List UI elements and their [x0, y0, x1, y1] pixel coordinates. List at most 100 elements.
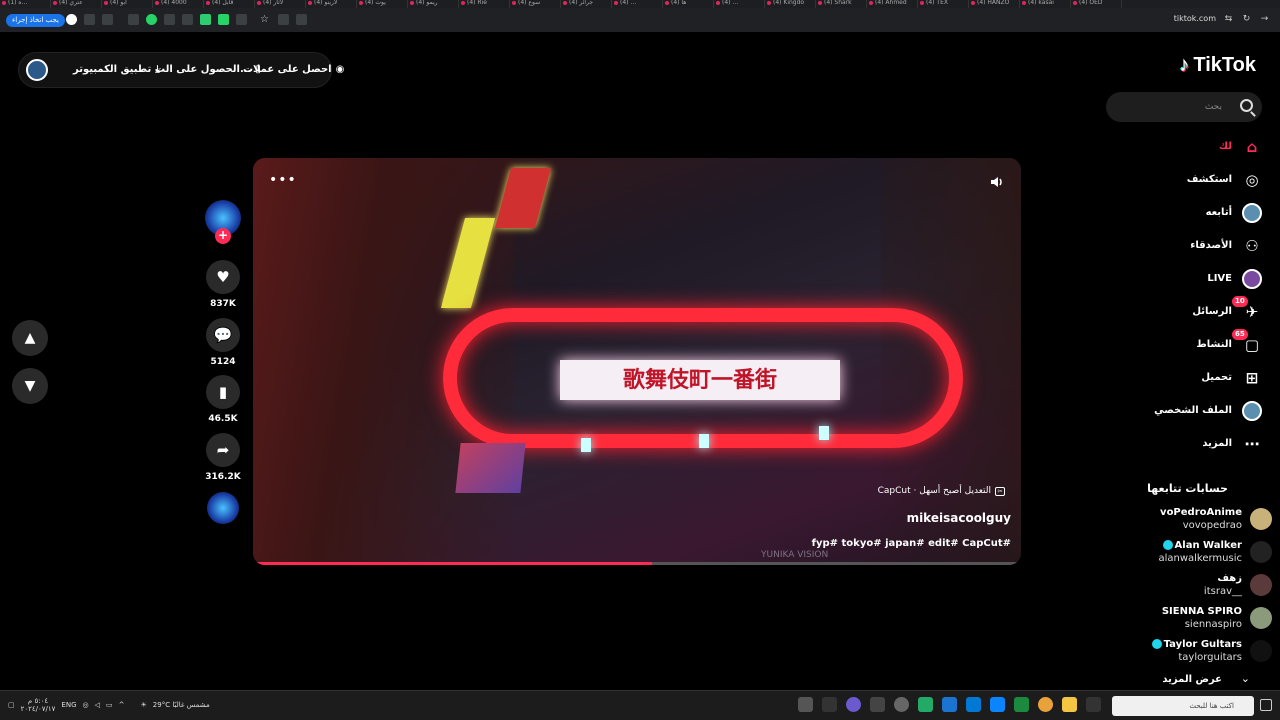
whatsapp-icon[interactable] — [146, 14, 157, 25]
capcut-tag[interactable]: CapCut · التعديل أصبح أسهل ✂ — [878, 486, 1005, 496]
app-icon[interactable] — [918, 697, 933, 712]
search-icon[interactable] — [1240, 99, 1253, 112]
volume-icon[interactable]: ◁ — [95, 701, 100, 709]
get-coins-button[interactable]: احصل على عملات ◉ — [243, 64, 344, 75]
browser-tab[interactable]: (4) Rie — [459, 0, 510, 8]
followed-account[interactable]: SIENNA SPIRO siennaspiro — [1102, 601, 1272, 634]
browser-tab[interactable]: (4) Kingdo — [765, 0, 816, 8]
sidebar-item-8[interactable]: الملف الشخصي — [1112, 394, 1262, 427]
browser-tab[interactable]: (4) عتري — [51, 0, 102, 8]
app-icon[interactable] — [1014, 697, 1029, 712]
network-icon[interactable]: ◎ — [83, 701, 89, 709]
browser-tab[interactable]: (4) ها — [663, 0, 714, 8]
extension-icon[interactable] — [182, 14, 193, 25]
followed-account[interactable]: Taylor Gultars taylorguitars — [1102, 634, 1272, 667]
followed-account[interactable]: Alan Walker alanwalkermusic — [1102, 535, 1272, 568]
sidebar-item-4[interactable]: LIVE — [1112, 262, 1262, 295]
browser-tab[interactable]: (4) Ahmed — [867, 0, 918, 8]
chevron-down-icon[interactable]: ⌄ — [1241, 672, 1250, 685]
app-icon[interactable] — [846, 697, 861, 712]
previous-video-button[interactable]: ▲ — [12, 320, 48, 356]
weather-text[interactable]: 29°C مشمس غالبًا — [153, 701, 210, 709]
sidebar-item-6[interactable]: النشاط ▢ 65 — [1112, 328, 1262, 361]
browser-tab[interactable]: (1) ه… — [0, 0, 51, 8]
more-options-icon[interactable]: ••• — [269, 172, 297, 188]
desktop-app-button[interactable]: تطبيق الكمبيوتر ⤓ — [73, 64, 160, 75]
browser-tab[interactable]: (4) لاثار — [255, 0, 306, 8]
reload-icon[interactable]: ↻ — [1241, 14, 1252, 25]
next-video-button[interactable]: ▼ — [12, 368, 48, 404]
profile-icon[interactable] — [66, 14, 77, 25]
sidebar-item-5[interactable]: الرسائل ✈ 10 — [1112, 295, 1262, 328]
settings-icon[interactable] — [798, 697, 813, 712]
video-hashtags[interactable]: fyp# tokyo# japan# edit# CapCut# — [812, 538, 1011, 549]
sidebar-item-1[interactable]: استكشف ◎ — [1112, 163, 1262, 196]
music-disc[interactable] — [207, 492, 239, 524]
star-icon[interactable]: ☆ — [260, 14, 271, 25]
browser-tab[interactable]: (4) لارينو — [306, 0, 357, 8]
sidebar-item-9[interactable]: المزيد ⋯ — [1112, 427, 1262, 460]
video-player[interactable]: 歌舞伎町一番街 YUNIKA VISION ••• CapCut · التعد… — [253, 158, 1021, 565]
browser-tab[interactable]: (4) ... — [612, 0, 663, 8]
user-avatar[interactable] — [26, 59, 48, 81]
tiktok-logo[interactable]: ♪ TikTok — [1179, 54, 1256, 77]
video-progress-bar[interactable] — [253, 562, 1021, 565]
browser-tab[interactable]: (4) TEX — [918, 0, 969, 8]
notification-icon[interactable]: ▢ — [8, 701, 15, 709]
app-icon[interactable] — [966, 697, 981, 712]
browser-tab[interactable]: (4) HANZO — [969, 0, 1020, 8]
share-button[interactable]: ➦ 316.2K — [205, 433, 241, 482]
tune-icon[interactable]: ⇆ — [1223, 14, 1234, 25]
browser-tab[interactable]: (4) Shark — [816, 0, 867, 8]
browser-tab[interactable]: (4) kasai — [1020, 0, 1071, 8]
sidebar-item-0[interactable]: لك ⌂ — [1112, 130, 1262, 163]
task-view-icon[interactable] — [1086, 697, 1101, 712]
app-icon[interactable] — [822, 697, 837, 712]
browser-tab[interactable]: (4) OED — [1071, 0, 1122, 8]
chrome-icon[interactable] — [1038, 697, 1053, 712]
comment-button[interactable]: 💬 5124 — [205, 318, 241, 367]
extension-icon[interactable] — [164, 14, 175, 25]
extension-icon[interactable] — [236, 14, 247, 25]
tray-expand-icon[interactable]: ^ — [119, 701, 125, 709]
followed-account[interactable]: voPedroAnime vovopedrao — [1102, 502, 1272, 535]
sidebar-item-2[interactable]: أتابعه — [1112, 196, 1262, 229]
followed-account[interactable]: زهف itsrav__ — [1102, 568, 1272, 601]
app-icon[interactable] — [894, 697, 909, 712]
start-icon[interactable] — [1260, 699, 1272, 711]
like-button[interactable]: ♥ 837K — [205, 260, 241, 309]
action-required-button[interactable]: يجب اتخاذ إجراء — [6, 14, 65, 27]
steam-icon[interactable] — [942, 697, 957, 712]
sound-icon[interactable] — [989, 174, 1005, 190]
browser-tab[interactable]: (4) 4000 — [153, 0, 204, 8]
extension-icon[interactable] — [218, 14, 229, 25]
install-icon[interactable] — [296, 14, 307, 25]
search-input[interactable]: بحث — [1106, 92, 1262, 122]
taskbar-search-input[interactable]: اكتب هنا للبحث — [1112, 696, 1254, 716]
shield-icon[interactable] — [200, 14, 211, 25]
browser-tab[interactable]: (4) آبو — [102, 0, 153, 8]
download-icon[interactable] — [102, 14, 113, 25]
browser-tab[interactable]: (4) سوع — [510, 0, 561, 8]
browser-tab[interactable]: (4) ... — [714, 0, 765, 8]
language-indicator[interactable]: ENG — [61, 701, 76, 709]
url-text[interactable]: tiktok.com — [1174, 14, 1216, 23]
bookmark-icon[interactable] — [84, 14, 95, 25]
save-button[interactable]: ▮ 46.5K — [205, 375, 241, 424]
video-author[interactable]: mikeisacoolguy — [907, 511, 1011, 525]
extension-icon[interactable] — [128, 14, 139, 25]
sidebar-item-7[interactable]: تحميل ⊞ — [1112, 361, 1262, 394]
follow-plus-button[interactable]: + — [215, 228, 231, 244]
clock[interactable]: ٥:٠٤ م ٢٠٢٤/٠٧/١٧ — [21, 697, 56, 713]
show-more-link[interactable]: عرض المزيد — [1162, 674, 1222, 685]
browser-tab[interactable]: (4) جرائر — [561, 0, 612, 8]
browser-tab[interactable]: (4) ريمو — [408, 0, 459, 8]
browser-tab[interactable]: (4) يوت — [357, 0, 408, 8]
battery-icon[interactable]: ▭ — [106, 701, 113, 709]
zoom-icon[interactable] — [278, 14, 289, 25]
browser-tab[interactable]: (4) قابل — [204, 0, 255, 8]
back-icon[interactable]: → — [1259, 14, 1270, 25]
sidebar-item-3[interactable]: الأصدقاء ⚇ — [1112, 229, 1262, 262]
folder-icon[interactable] — [1062, 697, 1077, 712]
mail-icon[interactable] — [990, 697, 1005, 712]
